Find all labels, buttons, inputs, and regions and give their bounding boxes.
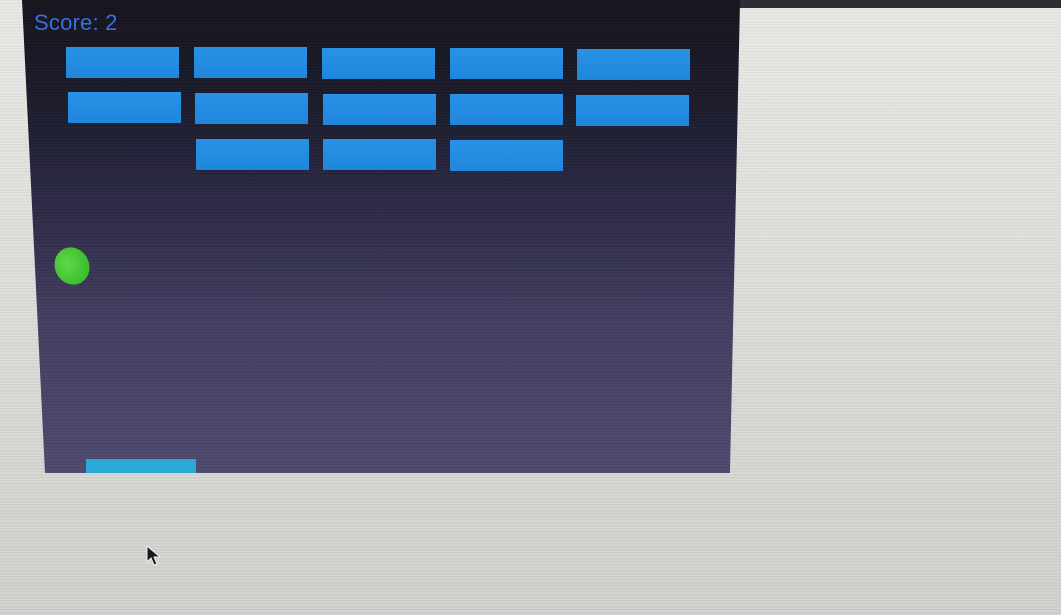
brick	[450, 48, 563, 79]
paddle[interactable]	[86, 459, 196, 473]
brick	[323, 139, 436, 170]
brick	[450, 140, 563, 171]
brick	[196, 139, 309, 170]
brick	[66, 47, 179, 78]
brick	[323, 94, 436, 125]
ball	[48, 241, 96, 291]
score-label: Score: 2	[34, 10, 118, 35]
brick	[577, 49, 690, 80]
brick	[450, 94, 563, 125]
brick	[195, 93, 308, 124]
mouse-pointer-icon	[146, 545, 162, 566]
window-top-strip	[700, 0, 1061, 8]
game-canvas[interactable]: Score: 2	[22, 0, 740, 473]
brick	[68, 92, 181, 123]
brick	[194, 47, 307, 78]
brick	[322, 48, 435, 79]
brick	[576, 95, 689, 126]
